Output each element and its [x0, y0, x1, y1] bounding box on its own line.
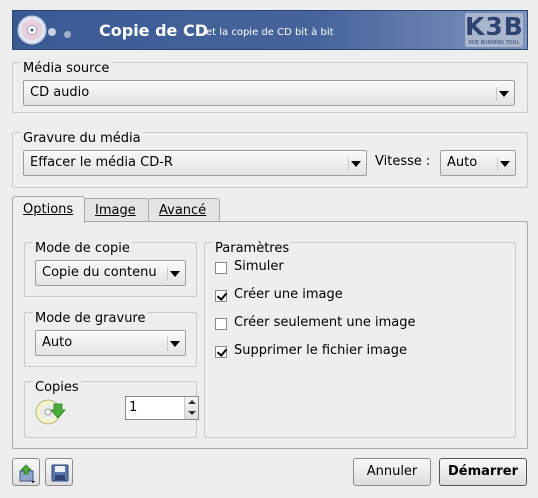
speed-label: Vitesse :	[375, 154, 431, 169]
source-media-select[interactable]: CD audio	[23, 80, 515, 106]
save-settings-icon	[51, 464, 69, 482]
burn-device-value: Effacer le média CD-R	[30, 155, 173, 170]
copy-mode-select[interactable]: Copie du contenu	[35, 260, 186, 286]
tab-advanced[interactable]: Avancé	[148, 198, 220, 222]
cd-copies-icon	[35, 399, 66, 425]
parameters-title: Paramètres	[213, 241, 292, 256]
k3b-logo: K3B KDE BURNING TOOL	[465, 12, 524, 47]
chevron-down-icon	[348, 157, 362, 171]
chevron-down-icon	[167, 337, 181, 351]
copy-mode-value: Copie du contenu	[42, 265, 157, 280]
load-settings-icon	[19, 464, 35, 483]
cd-icon	[17, 15, 47, 45]
checkbox-label: Simuler	[234, 259, 284, 274]
burn-media-group: Gravure du média Effacer le média CD-R V…	[12, 131, 528, 188]
checkbox-box[interactable]	[215, 262, 227, 274]
tab-options[interactable]: Options	[12, 196, 85, 223]
chevron-down-icon	[497, 157, 511, 171]
checkbox-label: Créer seulement une image	[234, 315, 416, 330]
source-media-title: Média source	[21, 61, 112, 76]
cancel-button[interactable]: Annuler	[353, 458, 431, 486]
checkbox-box[interactable]	[215, 346, 227, 358]
copies-group: Copies 1	[24, 380, 199, 438]
copies-value: 1	[129, 400, 138, 415]
spin-buttons[interactable]	[184, 397, 198, 419]
write-mode-select[interactable]: Auto	[35, 330, 186, 356]
parameters-group: Paramètres Simuler Créer une image Créer…	[204, 241, 516, 438]
write-mode-title: Mode de gravure	[33, 311, 148, 326]
speed-select[interactable]: Auto	[440, 150, 516, 176]
source-media-group: Média source CD audio	[12, 61, 528, 113]
checkbox-label: Créer une image	[234, 287, 343, 302]
banner-dot	[48, 28, 56, 36]
chevron-down-icon	[496, 87, 510, 101]
copy-mode-group: Mode de copie Copie du contenu	[24, 241, 197, 297]
options-panel: Mode de copie Copie du contenu Mode de g…	[12, 221, 528, 449]
load-settings-button[interactable]	[12, 458, 40, 486]
checkbox-label: Supprimer le fichier image	[234, 343, 407, 358]
write-mode-value: Auto	[42, 335, 73, 350]
start-button[interactable]: Démarrer	[439, 458, 527, 486]
spin-up-icon[interactable]	[188, 400, 196, 404]
copies-title: Copies	[33, 380, 81, 395]
banner-subtitle: et la copie de CD bit à bit	[206, 27, 334, 38]
copy-mode-title: Mode de copie	[33, 241, 132, 256]
burn-device-select[interactable]: Effacer le média CD-R	[23, 150, 367, 176]
checkbox-box[interactable]	[215, 318, 227, 330]
source-media-value: CD audio	[30, 85, 90, 100]
save-settings-button[interactable]	[45, 458, 73, 486]
banner-dot	[64, 31, 71, 38]
copies-spinbox[interactable]: 1	[125, 396, 199, 420]
header-banner: Copie de CD et la copie de CD bit à bit …	[12, 10, 528, 50]
burn-media-title: Gravure du média	[21, 131, 143, 146]
tab-image[interactable]: Image	[84, 198, 149, 222]
spin-down-icon[interactable]	[188, 411, 196, 415]
write-mode-group: Mode de gravure Auto	[24, 311, 197, 367]
checkbox-box[interactable]	[215, 290, 227, 302]
chevron-down-icon	[167, 267, 181, 281]
speed-value: Auto	[447, 155, 478, 170]
banner-title: Copie de CD	[99, 21, 208, 40]
